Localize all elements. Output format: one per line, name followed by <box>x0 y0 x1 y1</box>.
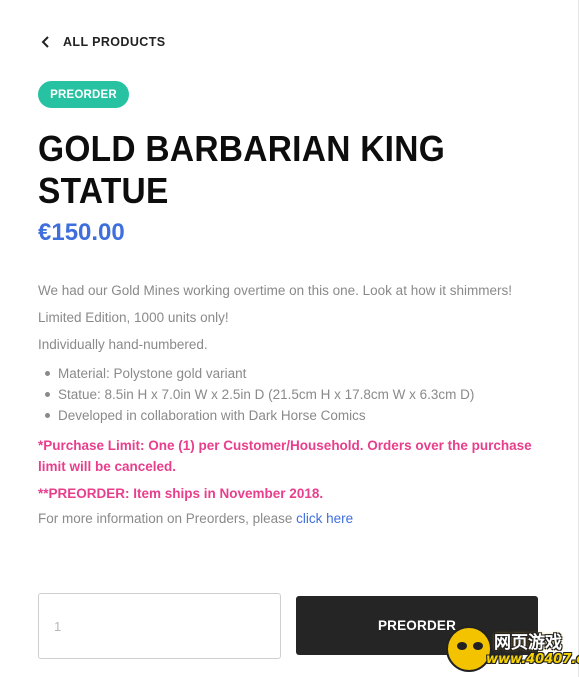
ship-date-notice: **PREORDER: Item ships in November 2018. <box>38 486 324 501</box>
bullet-icon <box>45 413 50 418</box>
spec-text: Material: Polystone gold variant <box>58 366 247 381</box>
all-products-label: ALL PRODUCTS <box>63 35 166 49</box>
quantity-input[interactable] <box>38 593 281 659</box>
product-price: €150.00 <box>38 219 125 246</box>
spec-item: Developed in collaboration with Dark Hor… <box>38 405 548 426</box>
watermark-logo: 网页游戏 www.40407.com <box>446 624 579 674</box>
preorder-info-link[interactable]: click here <box>296 511 353 526</box>
product-description: We had our Gold Mines working overtime o… <box>38 282 548 537</box>
all-products-link[interactable]: ALL PRODUCTS <box>38 34 166 50</box>
description-intro: We had our Gold Mines working overtime o… <box>38 283 512 298</box>
bullet-icon <box>45 392 50 397</box>
spec-item: Statue: 8.5in H x 7.0in W x 2.5in D (21.… <box>38 384 548 405</box>
description-limited: Limited Edition, 1000 units only! <box>38 310 229 325</box>
preorder-badge: PREORDER <box>38 81 129 108</box>
more-info-label: For more information on Preorders, pleas… <box>38 511 297 526</box>
spec-list: Material: Polystone gold variant Statue:… <box>38 363 548 426</box>
spec-text: Developed in collaboration with Dark Hor… <box>58 408 366 423</box>
bullet-icon <box>45 371 50 376</box>
description-numbered: Individually hand-numbered. <box>38 337 208 352</box>
watermark-url: www.40407.com <box>486 652 579 667</box>
more-info-text: For more information on Preorders, pleas… <box>38 510 548 528</box>
product-page: ALL PRODUCTS PREORDER GOLD BARBARIAN KIN… <box>0 0 579 677</box>
chevron-left-icon <box>38 34 54 50</box>
spec-text: Statue: 8.5in H x 7.0in W x 2.5in D (21.… <box>58 387 475 402</box>
watermark-text: 网页游戏 <box>494 633 562 653</box>
spec-item: Material: Polystone gold variant <box>38 363 548 384</box>
purchase-limit-notice: *Purchase Limit: One (1) per Customer/Ho… <box>38 438 532 474</box>
product-title: GOLD BARBARIAN KING STATUE <box>38 128 446 211</box>
